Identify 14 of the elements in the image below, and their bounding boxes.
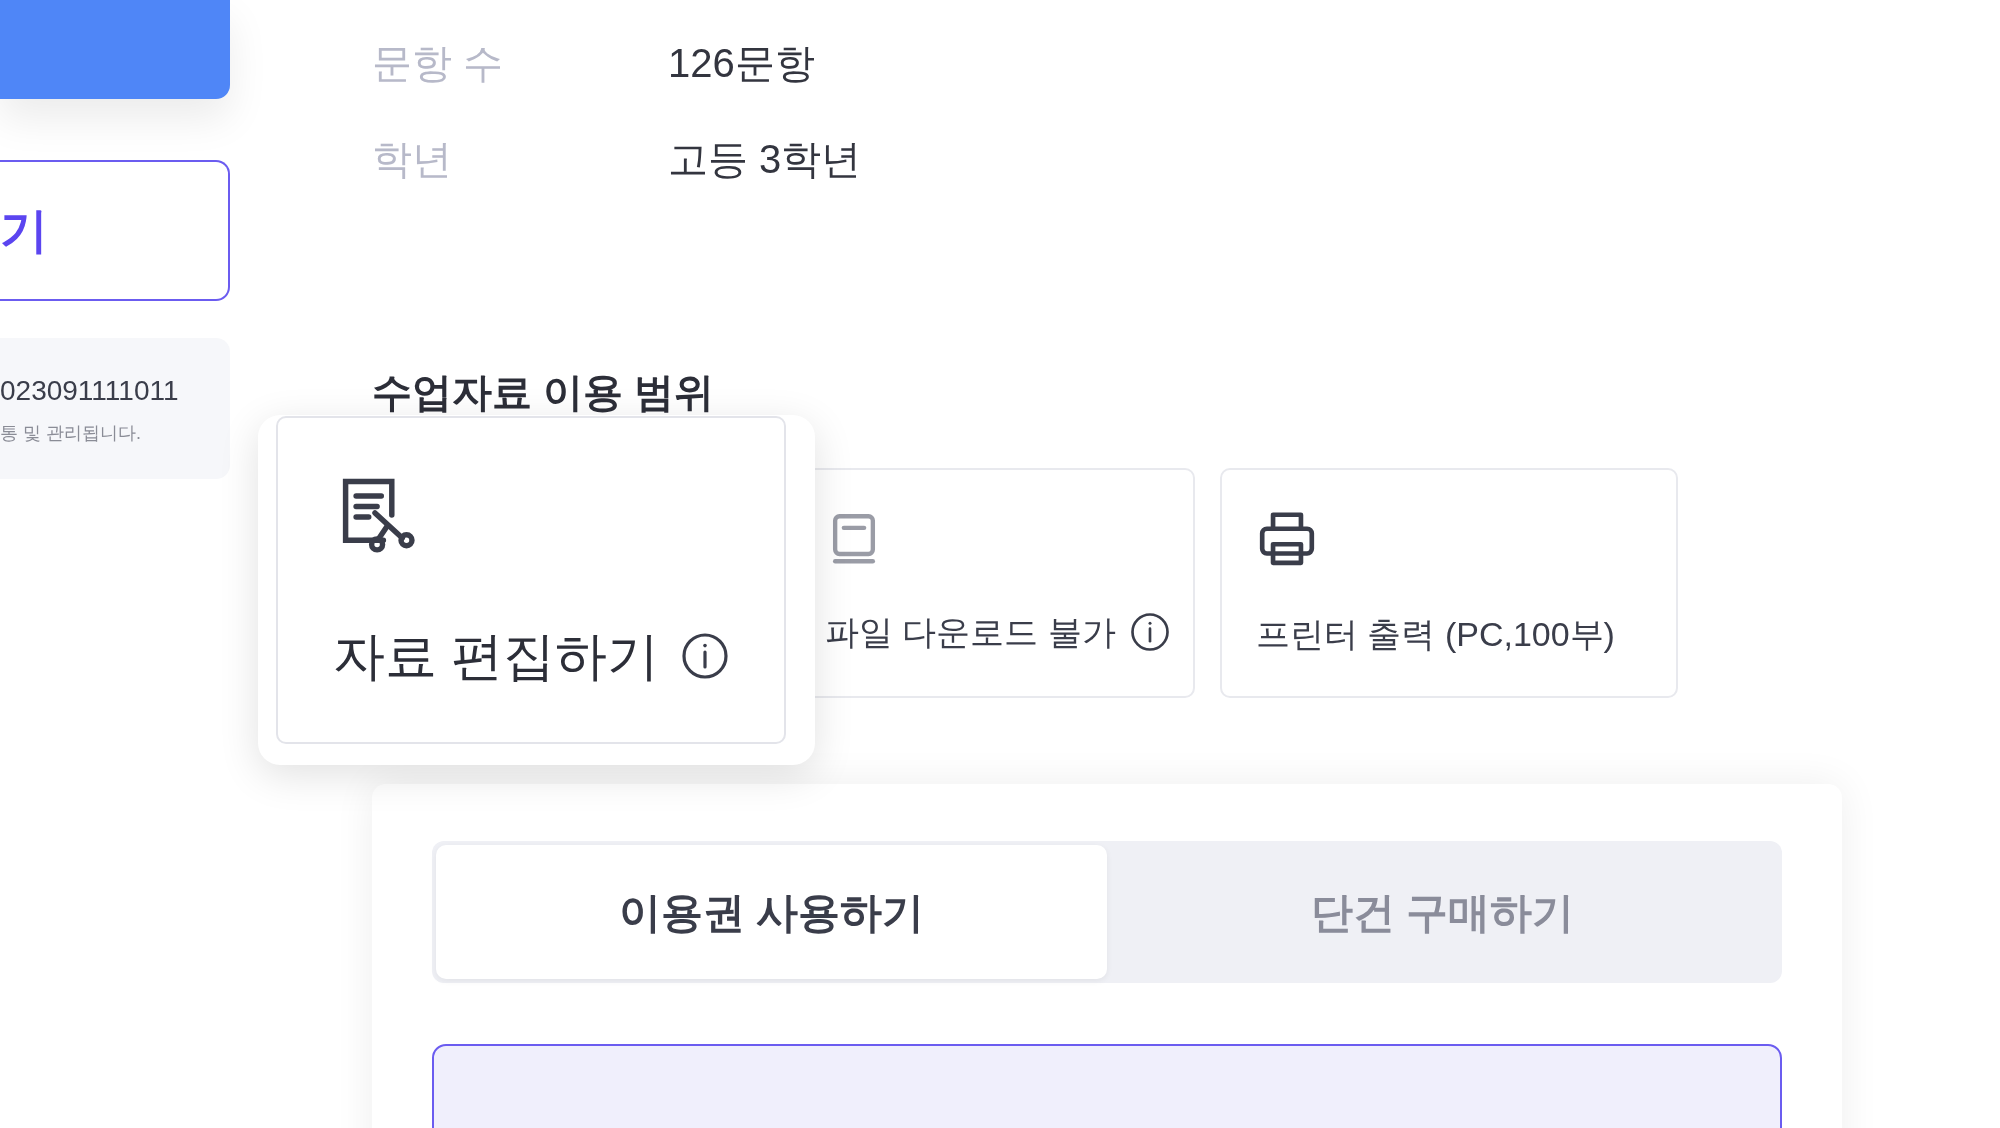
detail-label: 문항 수 (372, 40, 505, 87)
info-icon[interactable] (681, 632, 730, 680)
detail-label: 학년 (372, 136, 453, 183)
usage-label: 프린터 출력 (PC,100부) (1256, 613, 1615, 655)
outline-button[interactable]: 기 (0, 160, 230, 301)
usage-label: 파일 다운로드 불가 (825, 611, 1116, 653)
code-text: 023091111011 (0, 374, 180, 408)
note-text: 통 및 관리됩니다. (0, 422, 142, 445)
detail-value: 고등 3학년 (668, 136, 862, 183)
usage-label: 자료 편집하기 (333, 626, 660, 687)
detail-value: 126문항 (668, 40, 815, 87)
purchase-tab[interactable]: 이용권 사용하기 (436, 845, 1107, 979)
section-title: 수업자료 이용 범위 (372, 372, 716, 412)
info-icon[interactable] (1129, 612, 1170, 652)
